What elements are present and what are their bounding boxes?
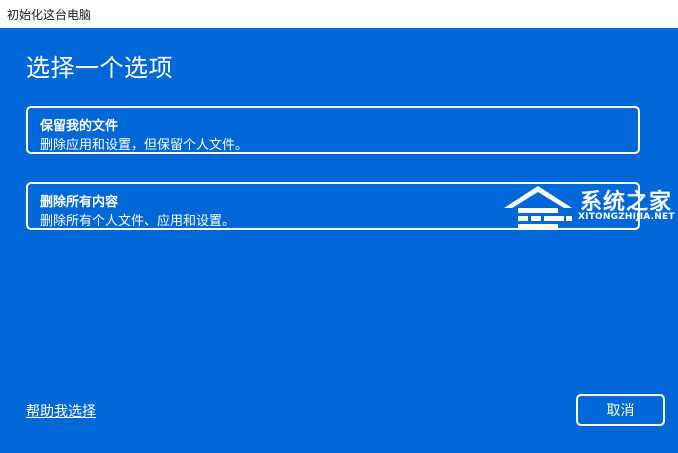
watermark: 系统之家 XITONGZHIJIA.NET (498, 178, 676, 236)
page-title: 选择一个选项 (26, 54, 173, 82)
option-title: 保留我的文件 (40, 119, 119, 134)
help-me-choose-link[interactable]: 帮助我选择 (26, 401, 96, 421)
title-bar: 初始化这台电脑 (0, 0, 678, 28)
option-description: 删除所有个人文件、应用和设置。 (40, 214, 236, 229)
reset-pc-panel: 选择一个选项 保留我的文件 删除应用和设置，但保留个人文件。 删除所有内容 删除… (0, 28, 678, 453)
house-logo-icon (504, 186, 572, 229)
option-title: 删除所有内容 (40, 195, 119, 210)
keep-my-files-option[interactable]: 保留我的文件 删除应用和设置，但保留个人文件。 (26, 106, 640, 154)
watermark-site: XITONGZHIJIA.NET (578, 212, 675, 222)
option-description: 删除应用和设置，但保留个人文件。 (40, 138, 249, 153)
window-title: 初始化这台电脑 (7, 8, 92, 22)
cancel-button[interactable]: 取消 (576, 394, 665, 426)
